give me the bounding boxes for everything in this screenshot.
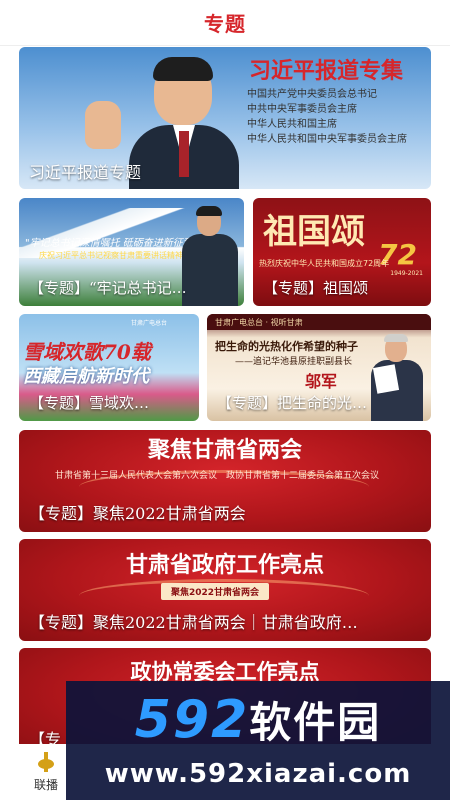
topic-card-snow-land[interactable]: 甘肃广电总台 雪域欢歌70载 西藏启航新时代 【专题】雪域欢… — [19, 314, 199, 421]
topic-card-two-sessions[interactable]: 聚焦甘肃省两会 甘肃省第十三届人民代表大会第六次会议 政协甘肃省第十二届委员会第… — [19, 430, 431, 532]
topic-card-government-highlights[interactable]: 甘肃省政府工作亮点 聚焦2022甘肃省两会 【专题】聚焦2022甘肃省两会｜甘肃… — [19, 539, 431, 641]
title-line: 中华人民共和国主席 — [247, 119, 337, 130]
site-watermark: 592软件园 www.592xiazai.com — [66, 681, 450, 800]
years-label: 1949-2021 — [390, 270, 423, 277]
channel-logo: 甘肃广电总台 — [131, 320, 168, 327]
quote-text: 把生命的光热化作希望的种子 — [215, 340, 358, 353]
watermark-text: 软件园 — [249, 698, 382, 747]
topic-card-light-of-life[interactable]: 甘肃广电总台 · 视听甘肃 把生命的光热化作希望的种子 ——追记华池县原挂职副县… — [207, 314, 431, 421]
banner-title: 甘肃省政府工作亮点 — [125, 552, 324, 578]
banner-tag: 聚焦2022甘肃省两会 — [161, 583, 270, 600]
banner-title: 祖国颂 — [263, 212, 365, 252]
card-caption: 【专题】聚焦2022甘肃省两会 — [29, 504, 246, 523]
card-caption: 【专题】“牢记总书记… — [29, 279, 187, 297]
banner-subtitle: 甘肃省第十三届人民代表大会第六次会议 政协甘肃省第十二届委员会第五次会议 — [55, 471, 380, 481]
quote-subline: ——追记华池县原挂职副县长 — [235, 357, 353, 367]
title-line: 中国共产党中央委员会总书记 — [247, 89, 377, 100]
overlay-subtitle: 庆祝习近平总书记视察甘肃重要讲话精神 — [39, 251, 183, 260]
celebration-line: 热烈庆祝中华人民共和国成立72周年 — [259, 259, 390, 268]
watermark-url: www.592xiazai.com — [104, 759, 412, 789]
banner-title-line1: 雪域欢歌70载 — [23, 340, 151, 364]
page-header: 专题 — [0, 0, 450, 46]
title-line: 中共中央军事委员会主席 — [247, 104, 357, 115]
page-title: 专题 — [204, 12, 246, 36]
banner-title: 聚焦甘肃省两会 — [147, 437, 302, 463]
topic-card-xi-reports[interactable]: 习近平报道专集 中国共产党中央委员会总书记 中共中央军事委员会主席 中华人民共和… — [19, 47, 431, 189]
watermark-number: 592 — [134, 690, 250, 750]
card-caption: 【专题】祖国颂 — [263, 279, 369, 297]
broadcast-icon — [35, 752, 57, 774]
card-caption: 【专题】雪域欢… — [29, 394, 150, 412]
card-caption: 习近平报道专题 — [29, 163, 142, 182]
overlay-slogan: "牢记总书记深情嘱托 砥砺奋进新征程" — [25, 238, 198, 249]
nav-item-lianbo[interactable]: 联播 — [24, 752, 68, 793]
banner-title-line2: 西藏启航新时代 — [23, 366, 149, 387]
topic-card-ode-to-motherland[interactable]: 祖国颂 72 热烈庆祝中华人民共和国成立72周年 1949-2021 【专题】祖… — [253, 198, 431, 306]
person-name: 邬军 — [305, 372, 338, 391]
titles-list: 中国共产党中央委员会总书记 中共中央军事委员会主席 中华人民共和国主席 中华人民… — [247, 87, 407, 147]
card-caption: 【专题】把生命的光… — [217, 394, 368, 412]
banner-title: 习近平报道专集 — [248, 58, 403, 84]
topic-card-remember-instructions[interactable]: "牢记总书记深情嘱托 砥砺奋进新征程" 庆祝习近平总书记视察甘肃重要讲话精神 【… — [19, 198, 244, 306]
channel-logo: 甘肃广电总台 · 视听甘肃 — [215, 318, 303, 327]
nav-item-label: 联播 — [33, 778, 58, 792]
watermark-logo: 592软件园 — [66, 689, 450, 750]
title-line: 中华人民共和国中央军事委员会主席 — [247, 134, 407, 145]
card-caption: 【专题】聚焦2022甘肃省两会｜甘肃省政府… — [29, 613, 358, 632]
